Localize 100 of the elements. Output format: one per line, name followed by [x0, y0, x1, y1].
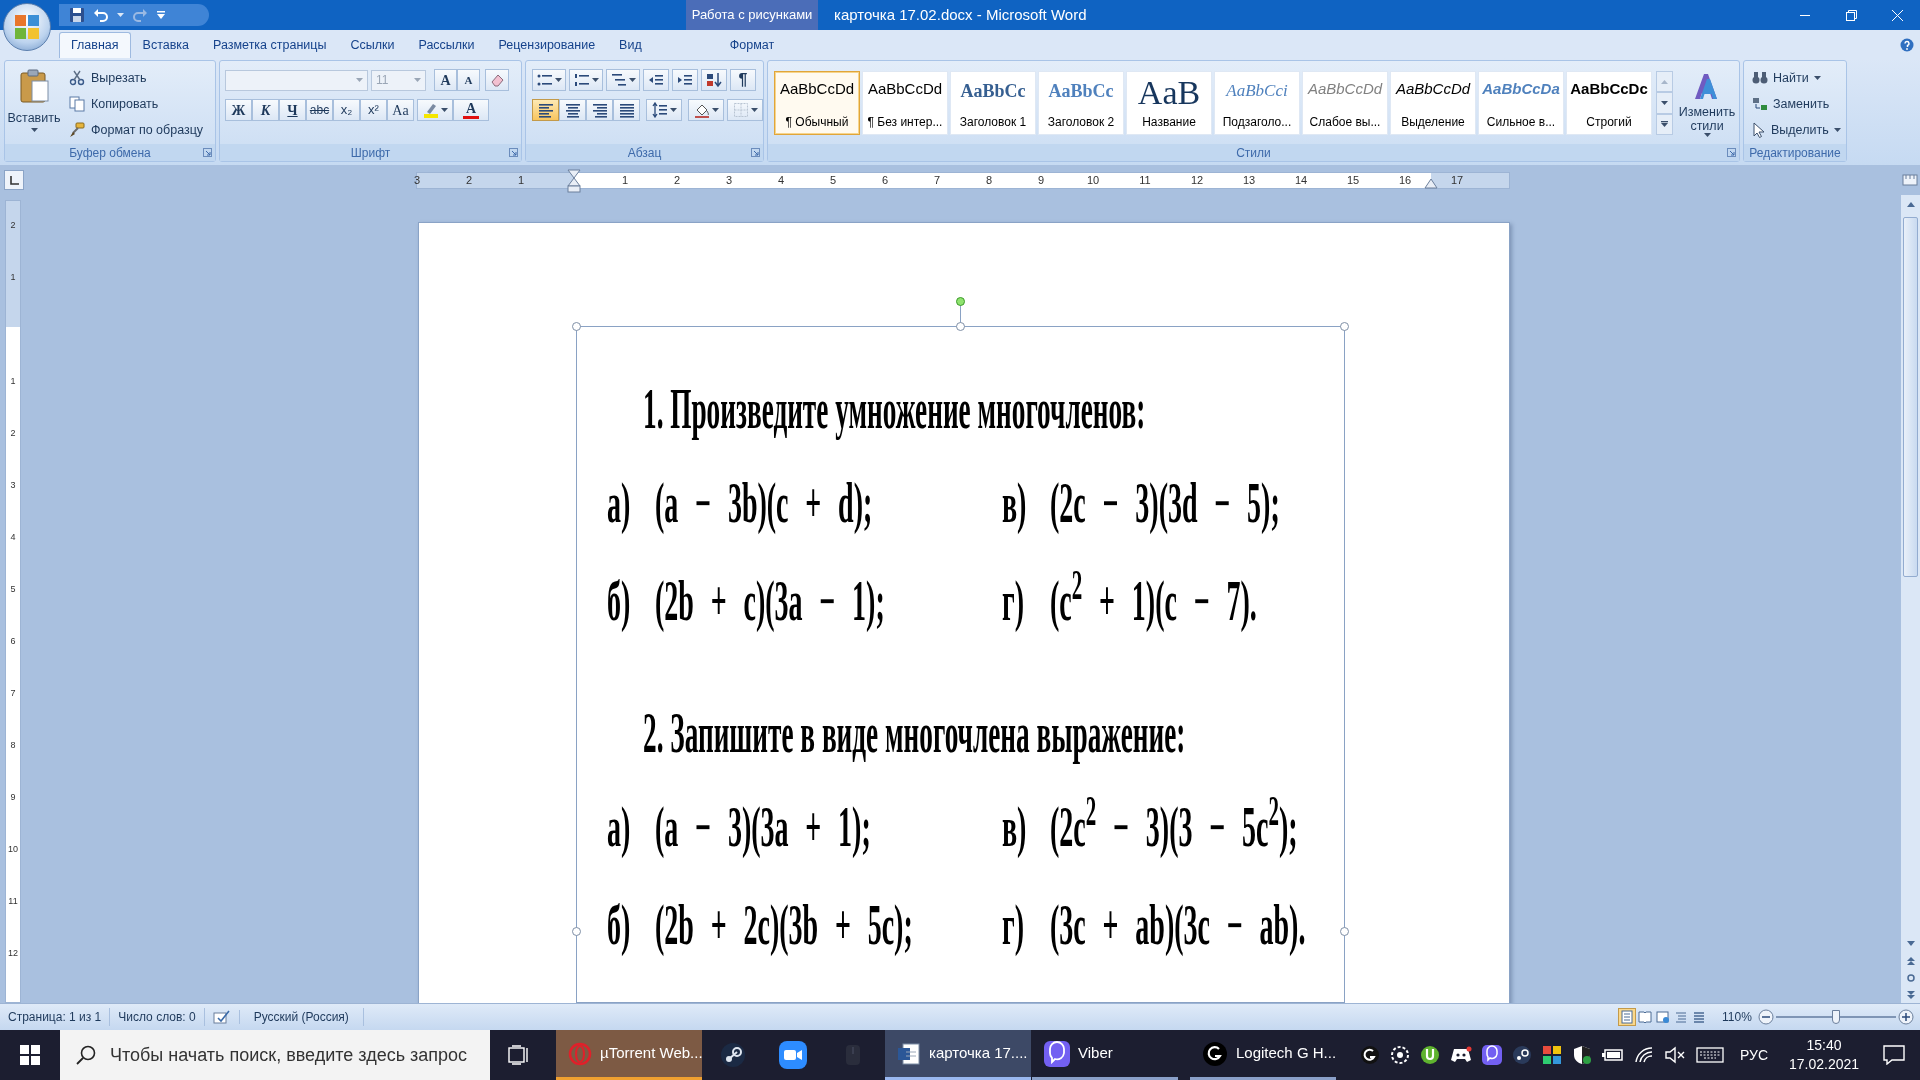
shading-button[interactable] — [688, 99, 724, 121]
taskbar-button[interactable]: карточка 17.... — [885, 1030, 1031, 1080]
resize-handle[interactable] — [572, 927, 581, 936]
word-count[interactable]: Число слов: 0 — [110, 1008, 205, 1026]
align-left-button[interactable] — [532, 99, 559, 121]
style-preset[interactable]: AaBbCcDd ¶ Обычный — [774, 71, 860, 135]
ribbon-tab[interactable]: Разметка страницы — [201, 32, 339, 58]
language-indicator[interactable]: Русский (Россия) — [239, 1008, 364, 1026]
style-preset[interactable]: AaB Название — [1126, 71, 1212, 135]
arrow-circle-icon[interactable] — [1419, 1045, 1440, 1065]
gallery-more-button[interactable] — [1656, 113, 1673, 135]
circle-logo-icon[interactable] — [1511, 1045, 1532, 1065]
clock[interactable]: 15:40 17.02.2021 — [1786, 1036, 1862, 1074]
tab-selector[interactable] — [4, 170, 24, 190]
chat-bubble-icon[interactable] — [1481, 1045, 1502, 1065]
circle-logo-icon[interactable] — [1359, 1045, 1380, 1065]
ruler-toggle-icon[interactable] — [1902, 172, 1918, 188]
taskbar-button[interactable]: µTorrent Web... — [556, 1030, 702, 1080]
scroll-up-icon[interactable] — [1906, 201, 1915, 207]
zoom-slider[interactable] — [1776, 1009, 1896, 1025]
resize-handle[interactable] — [956, 322, 965, 331]
right-indent-marker-icon[interactable] — [1424, 176, 1438, 189]
help-icon[interactable] — [1900, 38, 1914, 52]
find-button[interactable]: Найти — [1752, 67, 1841, 89]
paste-button[interactable]: Вставить — [5, 61, 63, 144]
search-field[interactable]: Чтобы начать поиск, введите здесь запрос — [60, 1030, 490, 1080]
next-page-icon[interactable] — [1906, 990, 1915, 999]
copy-button[interactable]: Копировать — [69, 93, 204, 115]
vertical-scrollbar[interactable] — [1900, 195, 1920, 1003]
spellcheck-icon[interactable] — [212, 1010, 231, 1024]
style-preset[interactable]: AaBbCcDd Выделение — [1390, 71, 1476, 135]
change-styles-button[interactable]: Изменить стили — [1675, 71, 1739, 144]
undo-icon[interactable] — [93, 7, 109, 23]
taskbar-button[interactable]: Viber — [1032, 1030, 1178, 1080]
input-language[interactable]: РУС — [1739, 1044, 1768, 1066]
show-marks-button[interactable]: ¶ — [730, 69, 756, 91]
bullets-button[interactable] — [532, 69, 566, 91]
resize-handle[interactable] — [1340, 322, 1349, 331]
zoom-level[interactable]: 110% — [1722, 1008, 1758, 1026]
gear-icon[interactable] — [1389, 1045, 1410, 1065]
ribbon-tab[interactable]: Рецензирование — [486, 32, 608, 58]
multilevel-list-button[interactable] — [606, 69, 640, 91]
select-button[interactable]: Выделить — [1752, 119, 1841, 141]
scroll-down-icon[interactable] — [1906, 940, 1915, 946]
zoom-out-icon[interactable] — [1758, 1009, 1774, 1025]
zoom-in-icon[interactable] — [1898, 1009, 1914, 1025]
ribbon-tab[interactable]: Рассылки — [406, 32, 487, 58]
customize-icon[interactable] — [156, 10, 166, 20]
dialog-launcher-icon[interactable] — [509, 148, 518, 157]
style-preset[interactable]: AaBbCcDa Сильное в... — [1478, 71, 1564, 135]
office-button[interactable] — [3, 3, 51, 51]
dialog-launcher-icon[interactable] — [751, 148, 760, 157]
style-preset[interactable]: AaBbCci Подзаголо... — [1214, 71, 1300, 135]
ribbon-tab[interactable]: Главная — [59, 32, 131, 58]
resize-handle[interactable] — [1340, 927, 1349, 936]
gallery-down-button[interactable] — [1656, 92, 1673, 114]
gamepad-icon[interactable] — [1449, 1046, 1472, 1064]
decrease-indent-button[interactable] — [643, 69, 669, 91]
page-count[interactable]: Страница: 1 из 1 — [0, 1008, 111, 1026]
resize-handle[interactable] — [572, 322, 581, 331]
grid-icon[interactable] — [1541, 1045, 1562, 1065]
format-painter-button[interactable]: Формат по образцу — [69, 119, 204, 141]
taskbar-button[interactable]: Logitech G H... — [1190, 1030, 1336, 1080]
clear-formatting-button[interactable] — [485, 69, 509, 91]
style-preset[interactable]: AaBbCcDd ¶ Без интер... — [862, 71, 948, 135]
style-preset[interactable]: AaBbCcDd Слабое вы... — [1302, 71, 1388, 135]
wifi-icon[interactable] — [1633, 1046, 1654, 1064]
keyboard-icon[interactable] — [1695, 1046, 1724, 1064]
style-preset[interactable]: AaBbCcDc Строгий — [1566, 71, 1652, 135]
justify-button[interactable] — [613, 99, 640, 121]
replace-button[interactable]: Заменить — [1752, 93, 1841, 115]
battery-icon[interactable] — [1601, 1048, 1624, 1062]
view-button[interactable] — [1654, 1008, 1672, 1026]
dialog-launcher-icon[interactable] — [203, 148, 212, 157]
highlight-button[interactable] — [417, 99, 453, 121]
zoom-thumb[interactable] — [1832, 1010, 1840, 1024]
scroll-thumb[interactable] — [1903, 217, 1918, 577]
save-icon[interactable] — [69, 7, 85, 23]
sort-button[interactable] — [701, 69, 727, 91]
ribbon-tab[interactable]: Формат — [686, 32, 818, 58]
shield-icon[interactable] — [1571, 1045, 1592, 1065]
line-spacing-button[interactable] — [646, 99, 682, 121]
align-center-button[interactable] — [559, 99, 586, 121]
ribbon-tab[interactable]: Вид — [607, 32, 654, 58]
previous-page-icon[interactable] — [1906, 956, 1915, 965]
numbering-button[interactable] — [569, 69, 603, 91]
ribbon-tab[interactable]: Вставка — [130, 32, 202, 58]
view-button[interactable] — [1636, 1008, 1654, 1026]
speaker-muted-icon[interactable] — [1663, 1046, 1686, 1064]
dialog-launcher-icon[interactable] — [1727, 148, 1736, 157]
style-preset[interactable]: AaBbCc Заголовок 2 — [1038, 71, 1124, 135]
browse-object-icon[interactable] — [1906, 973, 1915, 982]
increase-indent-button[interactable] — [672, 69, 698, 91]
indent-marker-icon[interactable] — [567, 168, 581, 193]
align-right-button[interactable] — [586, 99, 613, 121]
ribbon-tab[interactable]: Ссылки — [338, 32, 407, 58]
style-preset[interactable]: AaBbCc Заголовок 1 — [950, 71, 1036, 135]
view-button[interactable] — [1618, 1008, 1636, 1026]
cut-button[interactable]: Вырезать — [69, 67, 204, 89]
rotate-handle[interactable] — [956, 297, 965, 306]
